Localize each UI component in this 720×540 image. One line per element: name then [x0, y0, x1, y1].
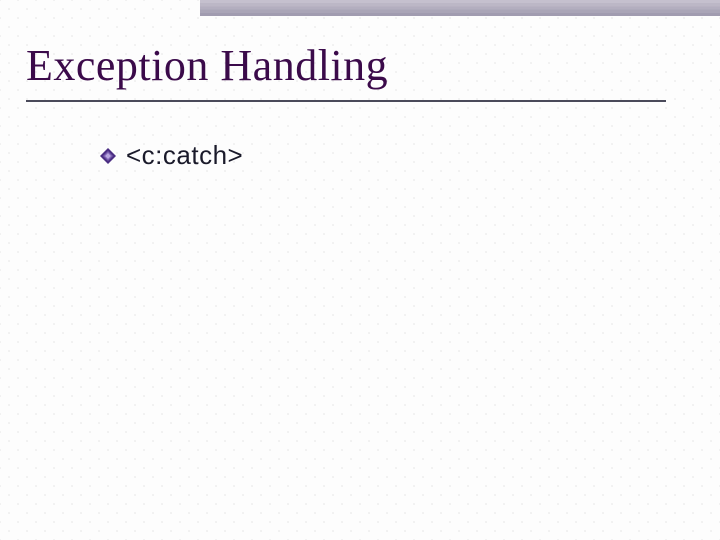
diamond-bullet-icon	[100, 148, 116, 164]
list-item: <c:catch>	[100, 140, 243, 171]
slide-title: Exception Handling	[26, 40, 388, 91]
bullet-text: <c:catch>	[126, 140, 243, 171]
top-accent-bar	[200, 0, 720, 16]
title-underline	[26, 100, 666, 102]
slide: Exception Handling <c:catch>	[0, 0, 720, 540]
